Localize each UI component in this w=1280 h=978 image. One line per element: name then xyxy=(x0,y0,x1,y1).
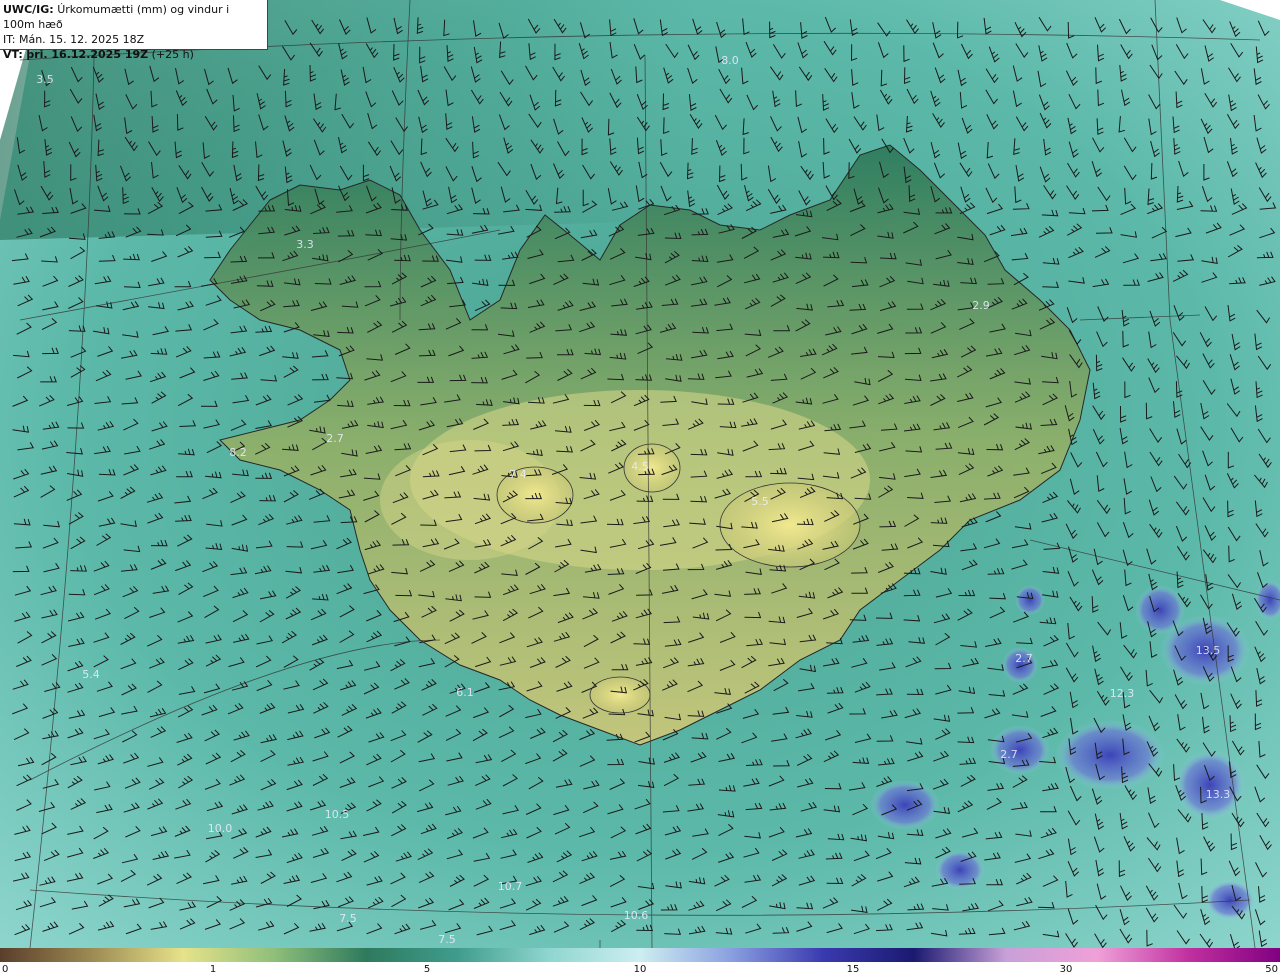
colorbar: 0 1 5 10 15 30 50 xyxy=(0,948,1280,978)
value-label: 13.3 xyxy=(1206,788,1231,801)
value-label: 10.7 xyxy=(498,880,523,893)
value-label: 7.5 xyxy=(339,912,357,925)
colorbar-tick: 50 xyxy=(1265,964,1278,975)
precipitation-wind-map: 3.5 3.3 2.7 2.9 5.4 6.1 2.7 13.5 2.7 13.3 10.0 10.5… xyxy=(0,0,1280,948)
value-label: 2.7 xyxy=(326,432,344,445)
value-label: 8.2 xyxy=(229,446,247,459)
value-label: 12.3 xyxy=(1110,687,1135,700)
valid-time-line: VT: þri. 16.12.2025 19Z (+25 h) xyxy=(3,47,264,62)
value-label: 10.6 xyxy=(624,909,649,922)
map-header: UWC/IG: Úrkomumætti (mm) og vindur i 100… xyxy=(0,0,268,61)
value-label: 13.5 xyxy=(1196,644,1221,657)
it-value: Mán. 15. 12. 2025 18Z xyxy=(18,33,145,46)
value-label: 10.5 xyxy=(325,808,350,821)
value-label: 6.1 xyxy=(456,686,474,699)
colorbar-tick: 1 xyxy=(209,964,217,975)
colorbar-tick: 0 xyxy=(2,964,9,975)
colorbar-strip xyxy=(0,948,1280,962)
value-label: 2.7 xyxy=(1000,748,1018,761)
title-line: UWC/IG: Úrkomumætti (mm) og vindur i 100… xyxy=(3,2,264,32)
value-label: 7.5 xyxy=(438,933,456,946)
colorbar-tick: 15 xyxy=(846,964,860,975)
lead-time: (+25 h) xyxy=(151,48,194,61)
colorbar-tick: 5 xyxy=(423,964,431,975)
value-label: 3.5 xyxy=(36,73,54,86)
init-time-line: IT: Mán. 15. 12. 2025 18Z xyxy=(3,32,264,47)
value-label: 8.0 xyxy=(721,54,739,67)
value-label: 10.0 xyxy=(208,822,233,835)
it-label: IT: xyxy=(3,33,16,46)
value-label: 7.4 xyxy=(509,468,527,481)
value-label: 5.4 xyxy=(82,668,100,681)
value-label: 3.3 xyxy=(296,238,314,251)
vt-label: VT: xyxy=(3,48,23,61)
value-label: 2.7 xyxy=(1015,652,1033,665)
colorbar-tick: 10 xyxy=(633,964,647,975)
model-label: UWC/IG: xyxy=(3,3,54,16)
vatnajokull-glacier xyxy=(719,482,861,568)
vt-value: þri. 16.12.2025 19Z xyxy=(26,48,149,61)
value-label: 2.9 xyxy=(972,299,990,312)
value-label: 5.5 xyxy=(751,495,769,508)
colorbar-tick: 30 xyxy=(1059,964,1073,975)
value-label: 4.5 xyxy=(631,460,649,473)
